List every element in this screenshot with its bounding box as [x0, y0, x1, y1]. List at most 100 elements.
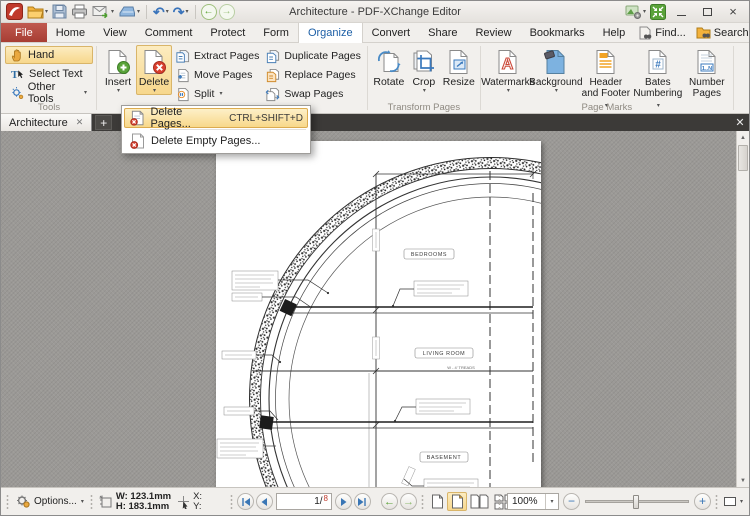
menu-tab-protect[interactable]: Protect — [201, 23, 254, 42]
minimize-button[interactable] — [668, 3, 694, 21]
fit-page-caret-icon: ▾ — [740, 499, 743, 505]
menu-tab-home[interactable]: Home — [47, 23, 94, 42]
menu-tab-share[interactable]: Share — [419, 23, 466, 42]
move-pages-button[interactable]: Move Pages — [172, 66, 262, 84]
find-label: Find... — [655, 27, 686, 39]
zoom-slider[interactable] — [585, 500, 689, 503]
redo-button[interactable]: ↷▾ — [171, 2, 191, 21]
zoom-level-select[interactable]: 100% ▾ — [507, 493, 559, 510]
menu-item-delete-pages[interactable]: Delete Pages... CTRL+SHIFT+D — [124, 108, 308, 128]
cursor-position-indicator: X: Y: — [174, 492, 205, 512]
find-icon — [638, 26, 652, 40]
undo-button[interactable]: ↶▾ — [151, 2, 171, 21]
save-button[interactable] — [50, 2, 69, 21]
hand-tool-button[interactable]: Hand — [5, 46, 93, 64]
print-button[interactable] — [69, 2, 90, 21]
ribbon-separator4 — [733, 46, 734, 110]
two-page-layout-button[interactable] — [467, 492, 491, 511]
statusbar-center: 1/8 ← → — [227, 488, 517, 515]
find-button[interactable]: Find... — [634, 25, 690, 41]
background-button[interactable]: Background ▾ — [532, 45, 580, 95]
menu-tab-comment[interactable]: Comment — [136, 23, 202, 42]
resize-button[interactable]: Resize — [441, 45, 477, 89]
new-tab-button[interactable]: + — [95, 115, 112, 130]
statusbar-right: 100% ▾ − + ▾ — [495, 488, 746, 515]
zoom-in-button[interactable]: + — [694, 493, 711, 510]
email-button[interactable]: ▾ — [90, 2, 116, 21]
open-caret-icon: ▾ — [45, 9, 48, 15]
vertical-scrollbar[interactable]: ▲ ▼ — [736, 131, 749, 487]
ribbon-organize: Hand T Select Text Other Tools ▾ Tools I… — [1, 43, 749, 114]
view-back-button[interactable]: ← — [381, 493, 398, 510]
watermarks-button[interactable]: A Watermarks ▾ — [484, 45, 532, 95]
open-button[interactable]: ▾ — [25, 2, 50, 21]
fit-page-icon — [724, 497, 736, 506]
last-page-button[interactable] — [354, 493, 371, 510]
email-caret-icon: ▾ — [111, 9, 114, 15]
history-forward-button[interactable]: → — [219, 4, 235, 20]
swap-pages-button[interactable]: Swap Pages — [262, 85, 363, 103]
scan-caret-icon: ▾ — [137, 9, 140, 15]
page-marks-group-label: Page Marks — [482, 102, 732, 113]
split-caret-icon: ▾ — [219, 91, 222, 97]
options-button[interactable]: Options... ▾ — [12, 494, 87, 509]
extract-pages-button[interactable]: Extract Pages — [172, 47, 262, 65]
menu-tab-form[interactable]: Form — [254, 23, 298, 42]
view-forward-button[interactable]: → — [400, 493, 417, 510]
fullscreen-button[interactable] — [648, 2, 668, 21]
first-page-button[interactable] — [237, 493, 254, 510]
split-button[interactable]: Split ▾ — [172, 85, 262, 103]
crop-caret-icon: ▾ — [423, 88, 426, 94]
app-logo-icon[interactable] — [4, 2, 25, 21]
scroll-up-icon[interactable]: ▲ — [737, 131, 749, 144]
search-button[interactable]: Search... — [692, 25, 750, 40]
room-label-living-room: LIVING ROOM — [423, 351, 466, 357]
rotate-label: Rotate — [373, 77, 404, 88]
titlebar-separator — [146, 5, 147, 19]
tab-close-icon[interactable]: ✕ — [76, 118, 84, 127]
ui-theme-button[interactable]: ▾ — [623, 2, 648, 21]
document-page[interactable]: W - 4' TREADS BEDROOMS LIVING ROOM BASEM… — [216, 141, 541, 487]
cursor-position-icon — [177, 495, 190, 509]
number-pages-button[interactable]: 1..N Number Pages — [684, 45, 730, 100]
page-ops-column-2: Duplicate Pages Replace Pages Swap Pages — [262, 45, 363, 103]
options-caret-icon: ▾ — [81, 499, 84, 505]
page-number-field[interactable]: 1/8 — [276, 493, 332, 510]
close-button[interactable]: × — [720, 3, 746, 21]
rotate-button[interactable]: Rotate — [371, 45, 407, 89]
continuous-layout-button[interactable] — [447, 492, 467, 511]
menu-tab-convert[interactable]: Convert — [363, 23, 420, 42]
menu-tab-review[interactable]: Review — [466, 23, 520, 42]
other-tools-button[interactable]: Other Tools ▾ — [5, 84, 93, 102]
zoom-slider-thumb[interactable] — [633, 495, 639, 509]
insert-pages-button[interactable]: Insert ▾ — [100, 45, 136, 95]
bates-numbering-icon: # — [645, 49, 671, 75]
menu-item-delete-empty-pages[interactable]: Delete Empty Pages... — [124, 131, 308, 151]
tabbar-close-icon[interactable]: ✕ — [731, 114, 749, 131]
scroll-down-icon[interactable]: ▼ — [737, 474, 749, 487]
fit-page-button[interactable]: ▾ — [721, 497, 746, 506]
width-value: W: 123.1mm — [116, 492, 171, 502]
height-value: H: 183.1mm — [116, 502, 171, 512]
watermarks-label: Watermarks — [481, 77, 535, 88]
menu-tab-help[interactable]: Help — [594, 23, 635, 42]
delete-dropdown-menu: Delete Pages... CTRL+SHIFT+D Delete Empt… — [121, 105, 311, 154]
single-page-layout-button[interactable] — [427, 492, 447, 511]
search-icon — [696, 26, 711, 39]
delete-pages-button[interactable]: Delete ▾ — [136, 45, 172, 95]
duplicate-pages-button[interactable]: Duplicate Pages — [262, 47, 363, 65]
crop-button[interactable]: Crop ▾ — [407, 45, 441, 95]
replace-pages-button[interactable]: Replace Pages — [262, 66, 363, 84]
history-back-button[interactable]: ← — [201, 4, 217, 20]
maximize-button[interactable] — [694, 3, 720, 21]
zoom-out-button[interactable]: − — [563, 493, 580, 510]
scan-button[interactable]: ▾ — [116, 2, 142, 21]
scrollbar-thumb[interactable] — [738, 145, 748, 171]
previous-page-button[interactable] — [256, 493, 273, 510]
next-page-button[interactable] — [335, 493, 352, 510]
menu-tab-view[interactable]: View — [94, 23, 136, 42]
menu-tab-bookmarks[interactable]: Bookmarks — [521, 23, 594, 42]
document-tab-architecture[interactable]: Architecture ✕ — [1, 114, 92, 131]
menu-tab-file[interactable]: File — [1, 23, 47, 42]
menu-tab-organize[interactable]: Organize — [298, 23, 363, 43]
